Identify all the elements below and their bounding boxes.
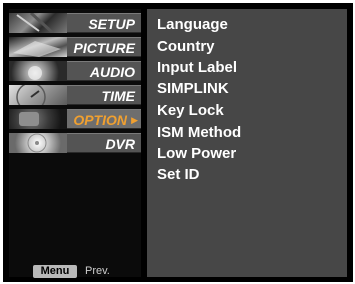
menu-item-label: DVR [105,136,135,152]
option-item-set-id[interactable]: Set ID [157,166,200,184]
menu-item-label: SETUP [88,16,135,32]
option-item-simplink[interactable]: SIMPLINK [157,80,229,98]
option-item-country[interactable]: Country [157,38,215,56]
menu-item-dvr[interactable]: DVR [9,133,141,153]
option-item-input-label[interactable]: Input Label [157,59,237,77]
picture-thumbnail-icon [9,37,67,57]
menu-item-time[interactable]: TIME [9,85,141,105]
menu-item-label: PICTURE [73,40,135,56]
chevron-right-icon: ▶ [131,115,138,125]
option-item-key-lock[interactable]: Key Lock [157,102,224,120]
dvr-thumbnail-icon [9,133,67,153]
prev-label: Prev. [85,265,110,277]
menu-item-option[interactable]: OPTION ▶ [9,109,141,129]
menu-item-audio[interactable]: AUDIO [9,61,141,81]
option-thumbnail-icon [9,109,67,129]
option-submenu-panel: Language Country Input Label SIMPLINK Ke… [147,9,347,277]
main-menu-panel: SETUP PICTURE AUDIO TIME OPTION ▶ DVR [9,9,141,277]
option-item-low-power[interactable]: Low Power [157,145,236,163]
menu-item-label: TIME [101,88,135,104]
menu-item-picture[interactable]: PICTURE [9,37,141,57]
menu-item-label: OPTION [73,112,127,128]
audio-thumbnail-icon [9,61,67,81]
osd-menu-window: SETUP PICTURE AUDIO TIME OPTION ▶ DVR Me… [3,3,353,282]
menu-footer: Menu Prev. [9,254,141,278]
time-thumbnail-icon [9,85,67,105]
menu-item-label: AUDIO [89,64,135,80]
menu-item-setup[interactable]: SETUP [9,13,141,33]
option-item-language[interactable]: Language [157,16,228,34]
setup-thumbnail-icon [9,13,67,33]
option-item-ism-method[interactable]: ISM Method [157,124,241,142]
menu-key-button[interactable]: Menu [33,265,77,278]
